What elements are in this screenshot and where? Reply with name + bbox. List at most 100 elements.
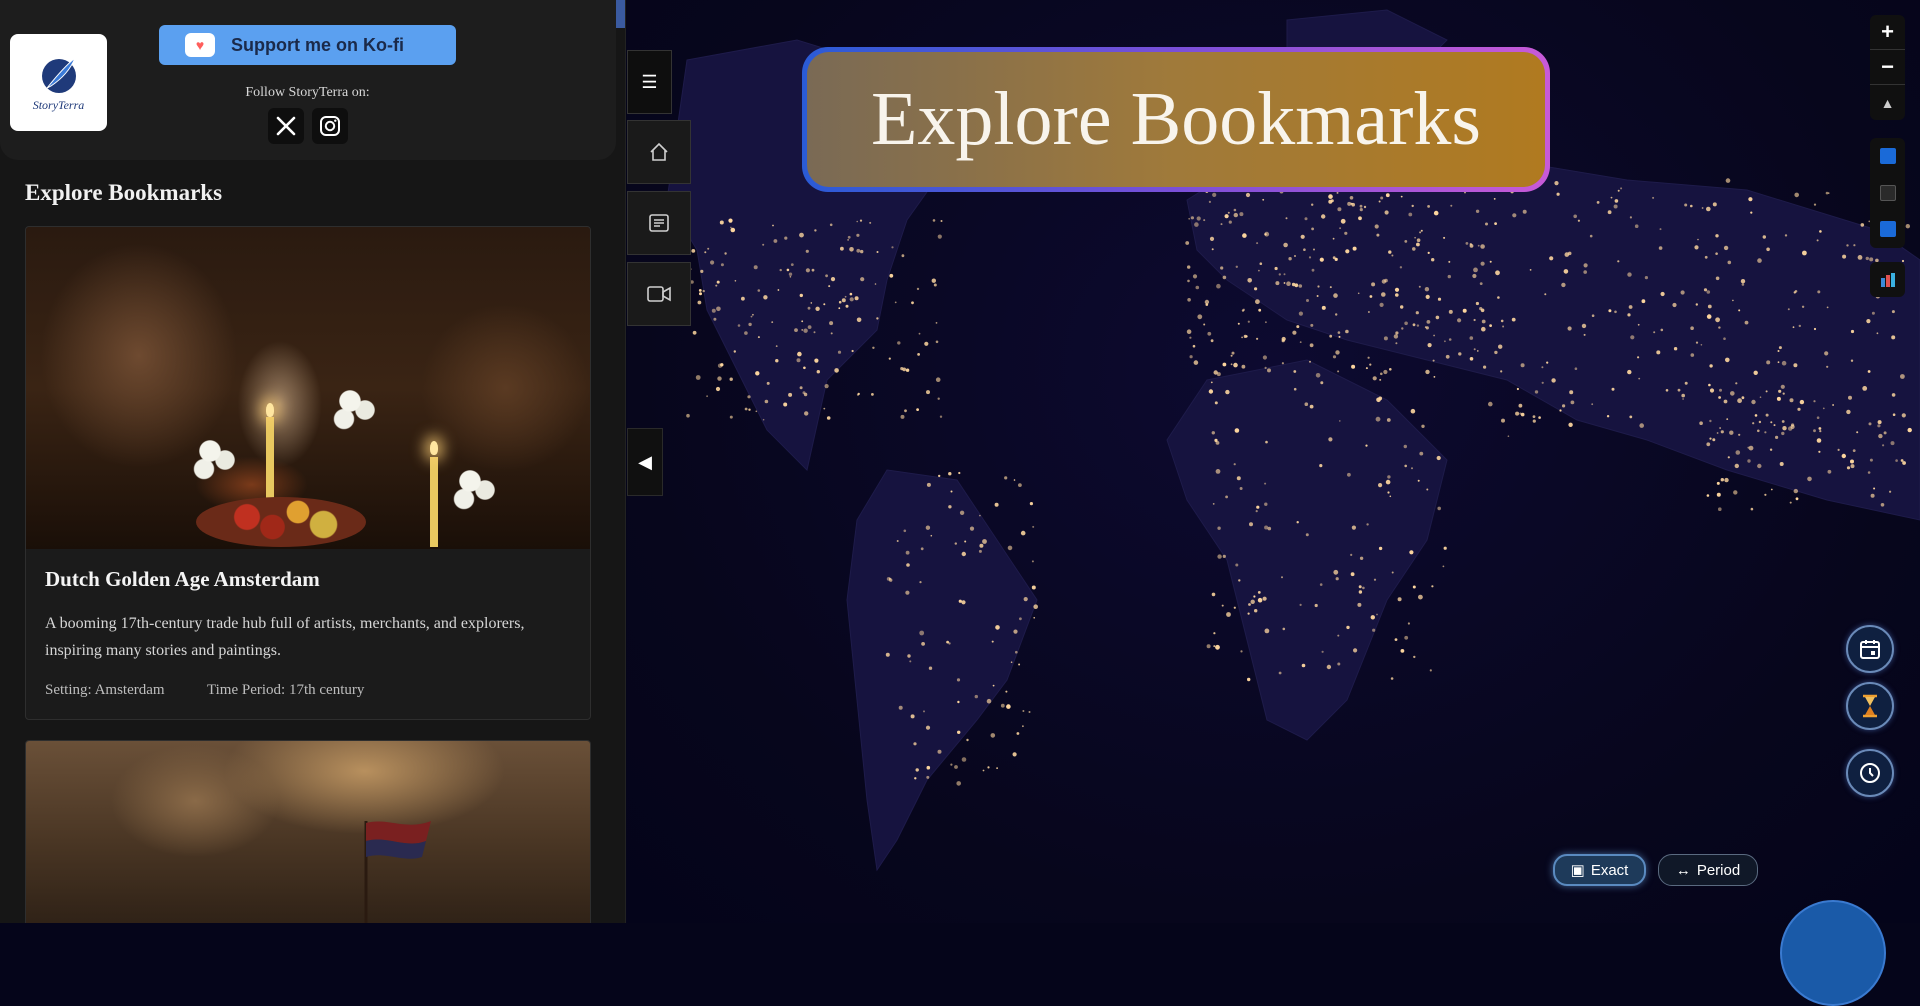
bookmark-card[interactable]: [25, 740, 591, 923]
city-light: [1488, 401, 1493, 407]
city-light: [1716, 492, 1721, 497]
city-light: [1443, 236, 1446, 239]
video-button[interactable]: [627, 262, 691, 326]
city-light: [1577, 219, 1580, 222]
city-light: [849, 247, 854, 252]
dark-layer-icon[interactable]: [1880, 185, 1896, 201]
city-light: [698, 289, 702, 292]
kofi-support-button[interactable]: ♥ Support me on Ko-fi: [159, 25, 456, 65]
x-link[interactable]: [268, 108, 304, 144]
menu-button[interactable]: ☰: [627, 50, 672, 114]
city-light: [1416, 324, 1420, 327]
city-light: [1781, 360, 1787, 366]
document-button[interactable]: [627, 191, 691, 255]
exact-mode-button[interactable]: ▣ Exact: [1553, 854, 1646, 886]
collapse-sidebar-button[interactable]: ◀: [627, 428, 663, 496]
city-light: [1437, 297, 1442, 301]
city-light: [1606, 415, 1610, 418]
sidebar-scrollbar[interactable]: [616, 0, 625, 28]
city-light: [1337, 370, 1340, 373]
home-button[interactable]: [627, 120, 691, 184]
city-light: [1262, 198, 1265, 201]
x-icon: [276, 116, 296, 136]
city-light: [1860, 223, 1865, 227]
city-light: [1209, 236, 1215, 241]
city-light: [1427, 205, 1430, 208]
city-light: [790, 263, 794, 266]
calendar-button[interactable]: [1846, 625, 1894, 673]
city-light: [856, 233, 860, 237]
city-light: [1765, 413, 1769, 417]
hourglass-button[interactable]: [1846, 682, 1894, 730]
city-light: [1262, 596, 1267, 601]
city-light: [797, 351, 802, 357]
city-light: [1237, 322, 1240, 325]
city-light: [1469, 357, 1474, 361]
city-light: [1690, 353, 1695, 357]
zoom-in-button[interactable]: +: [1870, 15, 1905, 50]
city-light: [1321, 305, 1326, 310]
city-light: [755, 371, 760, 376]
city-light: [788, 392, 793, 397]
city-light: [1501, 418, 1505, 423]
city-light: [1359, 204, 1363, 208]
city-light: [1350, 202, 1353, 205]
city-light: [1301, 663, 1306, 668]
card-image: [26, 741, 590, 923]
terrain-layer-icon[interactable]: [1880, 221, 1896, 237]
instagram-link[interactable]: [312, 108, 348, 144]
storyterra-logo[interactable]: StoryTerra: [10, 34, 107, 131]
city-light: [1532, 415, 1536, 418]
city-light: [1841, 453, 1847, 459]
city-light: [1256, 242, 1259, 245]
city-light: [1889, 490, 1892, 493]
city-light: [1222, 275, 1227, 280]
city-light: [1292, 330, 1297, 335]
clock-button[interactable]: [1846, 749, 1894, 797]
city-light: [716, 280, 720, 284]
city-light: [1427, 251, 1430, 254]
city-light: [896, 540, 899, 542]
city-light: [1278, 671, 1282, 675]
city-light: [1751, 399, 1756, 405]
city-light: [1300, 234, 1305, 239]
city-light: [1345, 329, 1349, 334]
city-light: [1418, 594, 1423, 600]
city-light: [1857, 255, 1863, 260]
city-light: [1472, 273, 1477, 279]
city-light: [1267, 368, 1271, 373]
city-light: [1311, 268, 1315, 272]
city-light: [1791, 423, 1795, 427]
city-light: [1734, 463, 1740, 469]
zoom-out-button[interactable]: −: [1870, 50, 1905, 85]
city-light: [1328, 437, 1333, 442]
city-light: [1230, 363, 1233, 366]
city-light: [1583, 333, 1586, 336]
period-mode-button[interactable]: ↔ Period: [1658, 854, 1758, 886]
compass-button[interactable]: ▲: [1870, 85, 1905, 120]
city-light: [1729, 430, 1734, 435]
city-light: [715, 284, 718, 287]
bookmark-card[interactable]: Dutch Golden Age Amsterdam A booming 17t…: [25, 226, 591, 720]
card-time-period: Time Period: 17th century: [207, 682, 365, 698]
chart-layer-button[interactable]: [1870, 262, 1905, 297]
city-light: [1507, 435, 1510, 438]
city-light: [1192, 344, 1196, 348]
action-fab[interactable]: [1780, 900, 1886, 1006]
city-light: [1569, 390, 1574, 395]
city-light: [1378, 483, 1383, 488]
info-layer-icon[interactable]: [1880, 148, 1896, 164]
city-light: [1818, 427, 1822, 430]
city-light: [1637, 323, 1640, 326]
city-light: [1630, 335, 1635, 340]
city-light: [1329, 334, 1333, 338]
city-light: [1253, 595, 1256, 598]
city-light: [801, 320, 804, 323]
city-light: [1227, 211, 1230, 214]
city-light: [844, 295, 847, 298]
city-light: [1421, 424, 1425, 428]
city-light: [1877, 424, 1881, 428]
city-light: [1719, 388, 1722, 392]
clock-icon: [1860, 763, 1880, 783]
city-light: [1824, 351, 1829, 356]
